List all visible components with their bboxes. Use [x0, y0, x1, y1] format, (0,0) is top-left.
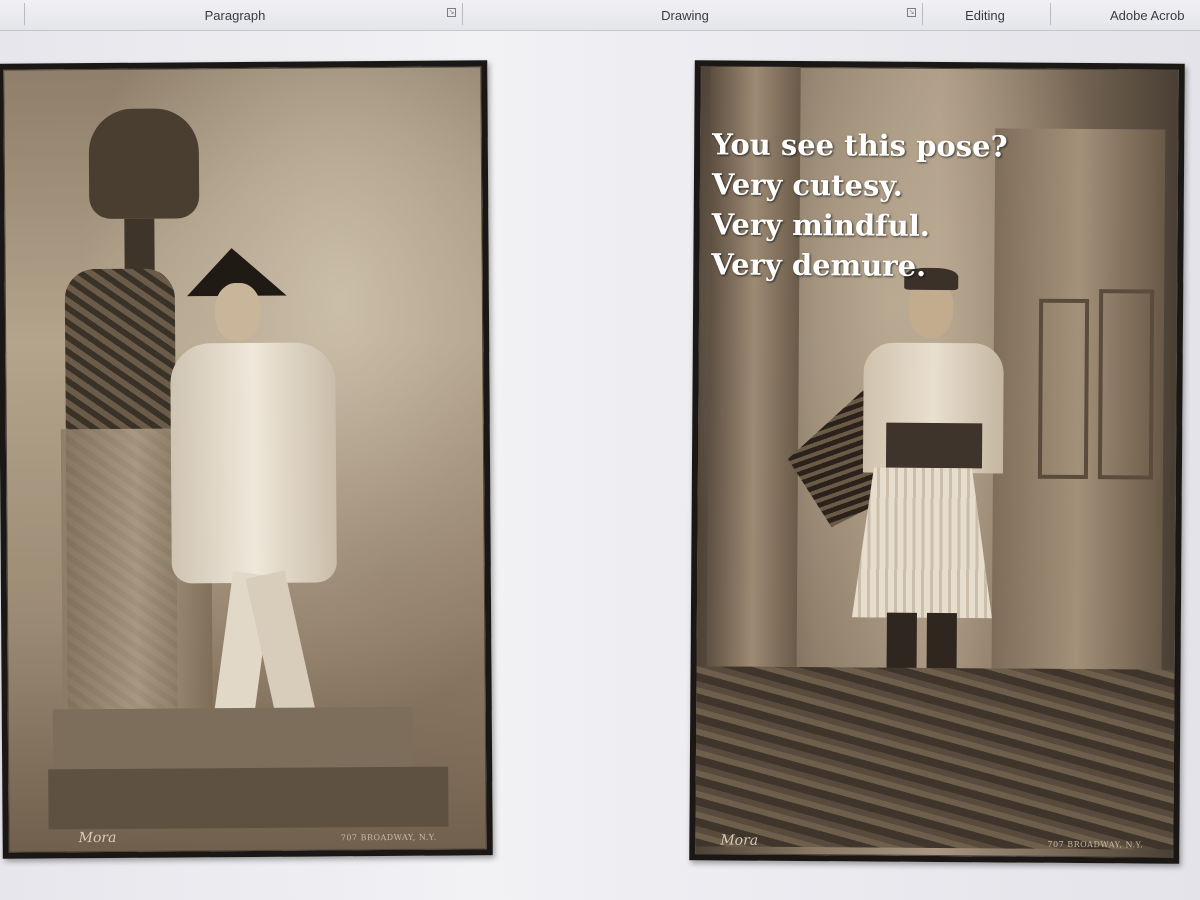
caption-line: Very demure.: [711, 247, 927, 283]
studio-address: 707 BROADWAY, N.Y.: [1047, 839, 1144, 850]
costume-torso-shape: [170, 342, 337, 584]
meme-caption: You see this pose? Very cutesy. Very min…: [711, 124, 1007, 286]
ribbon-separator: [462, 3, 463, 25]
vintage-photo-left[interactable]: Mora 707 BROADWAY, N.Y.: [0, 60, 493, 859]
stone-step-upper: [52, 706, 414, 770]
urn-shape: [88, 108, 200, 220]
caption-line: Very cutesy.: [711, 167, 904, 203]
ribbon-group-label: Adobe Acrob: [1110, 7, 1185, 23]
studio-address: 707 BROADWAY, N.Y.: [340, 832, 437, 843]
drawing-dialog-launcher-icon[interactable]: ↘: [907, 8, 916, 17]
fustanella-skirt-shape: [852, 467, 993, 618]
wall-panel-shape: [1037, 298, 1090, 480]
ribbon-group-label: Paragraph: [204, 7, 266, 23]
ribbon-separator: [24, 3, 25, 25]
ribbon-group-adobe-acrobat[interactable]: Adobe Acrob: [1110, 0, 1200, 30]
patterned-floor-shape: [695, 666, 1177, 850]
vintage-photo-right[interactable]: You see this pose? Very cutesy. Very min…: [689, 60, 1185, 864]
stone-step-lower: [48, 766, 449, 830]
ribbon-group-editing[interactable]: Editing: [935, 0, 1035, 30]
caption-line: Very mindful.: [711, 207, 931, 243]
head-shape: [214, 282, 262, 342]
ribbon-group-label: Drawing: [661, 7, 709, 23]
ribbon-group-label: Editing: [965, 7, 1005, 23]
studio-signature: Mora: [720, 832, 759, 849]
studio-signature: Mora: [78, 829, 117, 847]
ribbon-bar: Paragraph ↘ Drawing ↘ Editing Adobe Acro…: [0, 0, 1200, 31]
ribbon-separator: [1050, 3, 1051, 25]
ribbon-group-drawing[interactable]: Drawing: [600, 0, 770, 30]
slide-canvas: Mora 707 BROADWAY, N.Y. You see this pos…: [0, 31, 1200, 900]
sash-shape: [885, 422, 983, 469]
ribbon-group-paragraph[interactable]: Paragraph: [150, 0, 320, 30]
caption-line: You see this pose?: [712, 127, 1008, 164]
wall-panel-shape: [1097, 289, 1155, 480]
ribbon-separator: [922, 3, 923, 25]
paragraph-dialog-launcher-icon[interactable]: ↘: [447, 8, 456, 17]
